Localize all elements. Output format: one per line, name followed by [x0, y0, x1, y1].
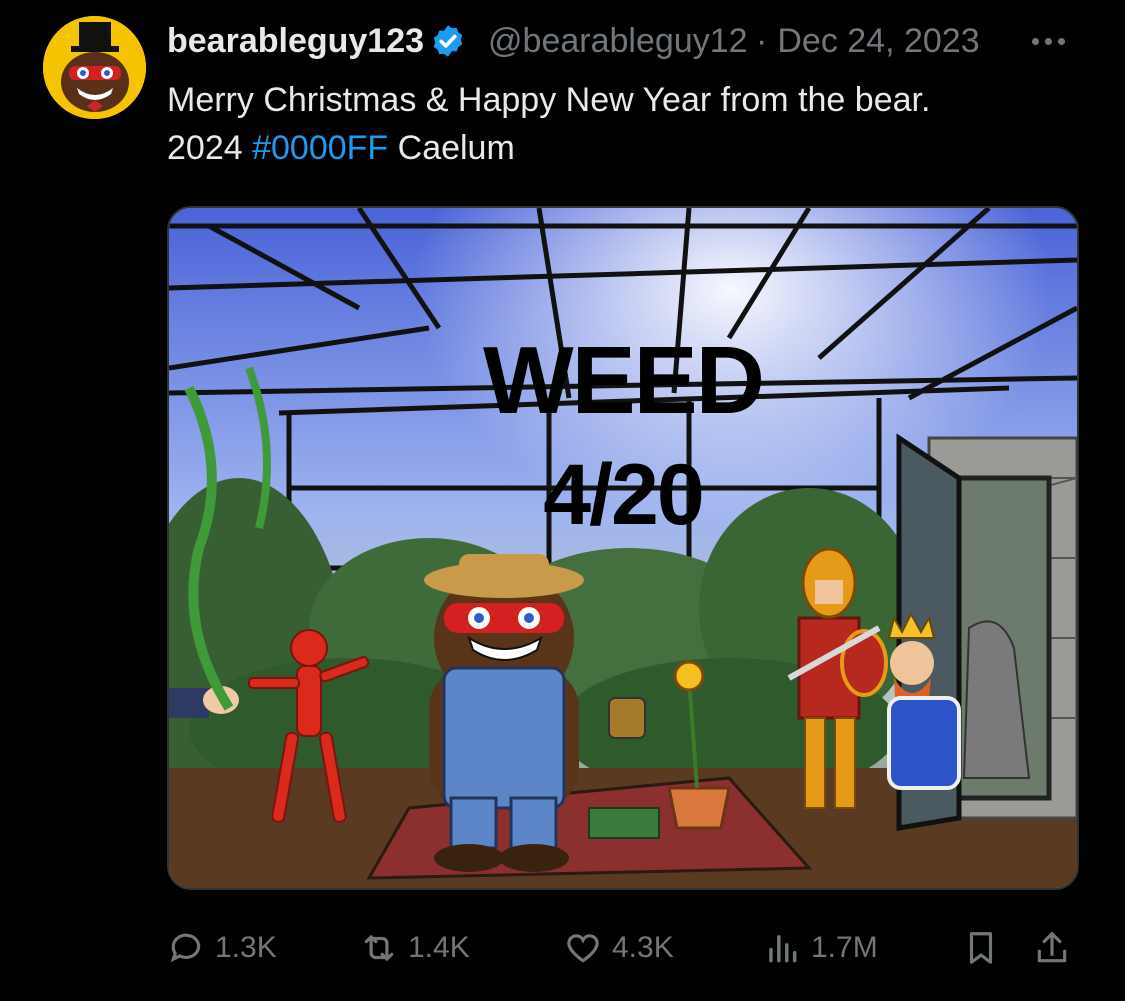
repost-icon: [364, 935, 394, 961]
avatar[interactable]: [43, 16, 146, 119]
tweet-text-line-2: 2024 #0000FF Caelum: [167, 124, 1077, 172]
hashtag-link[interactable]: #0000FF: [252, 129, 388, 167]
overlay-text-date: 4/20: [543, 447, 704, 543]
more-icon[interactable]: [1032, 38, 1065, 45]
tweet-text-line-1: Merry Christmas & Happy New Year from th…: [167, 81, 931, 119]
overlay-text-weed: WEED: [483, 327, 765, 434]
reply-button[interactable]: 1.3K: [167, 920, 277, 976]
tweet-date[interactable]: Dec 24, 2023: [777, 22, 979, 61]
verified-badge-icon: [433, 25, 463, 57]
text-year: 2024: [167, 129, 253, 167]
share-button[interactable]: [1033, 920, 1071, 976]
text-suffix: Caelum: [388, 129, 515, 167]
share-icon: [1037, 932, 1067, 963]
repost-button[interactable]: 1.4K: [360, 920, 470, 976]
reply-icon: [170, 933, 201, 963]
reply-count: 1.3K: [215, 931, 277, 964]
user-handle[interactable]: @bearableguy123: [488, 22, 746, 61]
separator-dot: ·: [756, 21, 768, 60]
tweet-media-image[interactable]: WEED 4/20: [167, 206, 1079, 890]
repost-count: 1.4K: [408, 931, 470, 964]
views-count: 1.7M: [811, 931, 878, 964]
like-button[interactable]: 4.3K: [564, 920, 674, 976]
views-button[interactable]: 1.7M: [763, 920, 878, 976]
bookmark-button[interactable]: [962, 920, 1000, 976]
display-name[interactable]: bearableguy123: [167, 22, 424, 61]
bookmark-icon: [969, 932, 993, 964]
like-count: 4.3K: [612, 931, 674, 964]
tweet-text: Merry Christmas & Happy New Year from th…: [167, 76, 1077, 172]
like-icon: [567, 934, 599, 963]
avatar-image: [43, 16, 146, 119]
action-bar: 1.3K 1.4K 4.3K 1.7M: [167, 920, 1079, 976]
greenhouse-illustration: [169, 208, 1077, 888]
tweet-header: bearableguy123 @bearableguy123 · Dec 24,…: [167, 18, 1077, 64]
views-icon: [769, 935, 797, 963]
